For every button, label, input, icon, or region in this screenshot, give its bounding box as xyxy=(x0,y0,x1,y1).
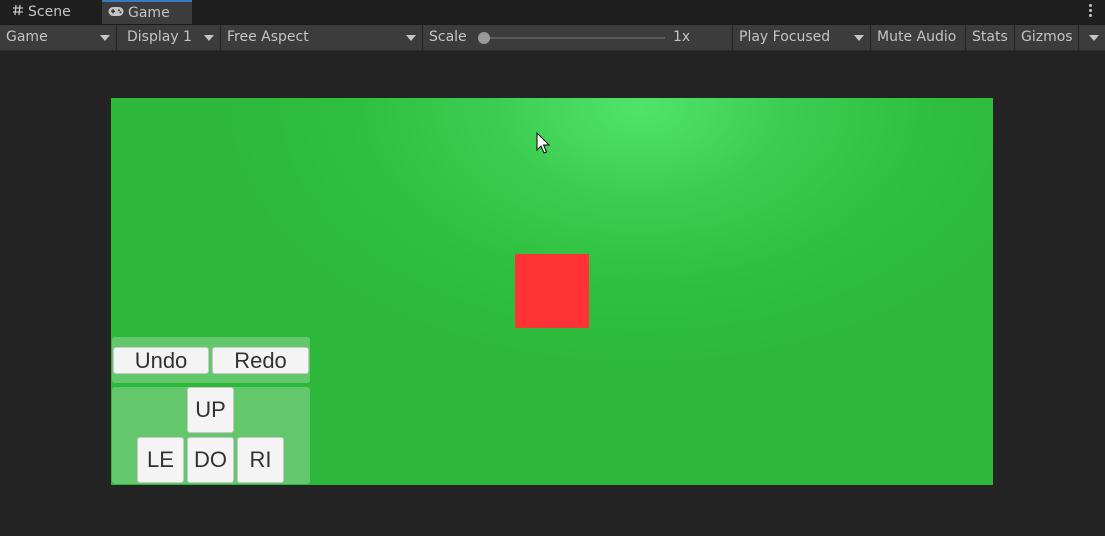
display-dropdown[interactable]: Display 1 xyxy=(117,25,221,50)
chevron-down-icon xyxy=(406,35,416,41)
stats-toggle[interactable]: Stats xyxy=(966,25,1015,50)
scale-slider-handle[interactable] xyxy=(478,32,490,44)
play-mode-dropdown[interactable]: Play Focused xyxy=(733,25,871,50)
play-mode-label: Play Focused xyxy=(739,29,831,45)
gizmos-toggle[interactable]: Gizmos xyxy=(1015,25,1079,50)
game-view-dropdown[interactable]: Game xyxy=(0,25,117,50)
hash-icon xyxy=(12,0,24,24)
gizmos-dropdown[interactable] xyxy=(1079,25,1105,50)
scale-slider-track[interactable] xyxy=(483,37,665,39)
gamepad-icon xyxy=(108,2,124,24)
chevron-down-icon xyxy=(1089,35,1099,41)
tab-game[interactable]: Game xyxy=(102,0,192,24)
move-down-button[interactable]: DO xyxy=(187,437,234,483)
tab-game-label: Game xyxy=(128,5,170,21)
scale-label: Scale xyxy=(429,29,467,45)
chevron-down-icon xyxy=(100,35,110,41)
tab-scene-label: Scene xyxy=(28,4,71,20)
display-dropdown-label: Display 1 xyxy=(127,29,192,45)
undo-button[interactable]: Undo xyxy=(113,347,209,374)
more-options-icon[interactable] xyxy=(1089,4,1093,20)
chevron-down-icon xyxy=(854,35,864,41)
game-view-toolbar: Game Display 1 Free Aspect Scale 1x Play… xyxy=(0,25,1105,51)
scale-control: Scale 1x xyxy=(423,25,733,50)
move-right-button[interactable]: RI xyxy=(237,437,284,483)
gizmos-label: Gizmos xyxy=(1021,29,1073,45)
redo-button[interactable]: Redo xyxy=(212,347,309,374)
editor-tab-bar: Scene Game xyxy=(0,0,1105,25)
move-left-button[interactable]: LE xyxy=(137,437,184,483)
player-square xyxy=(515,254,589,328)
aspect-dropdown-label: Free Aspect xyxy=(227,29,309,45)
tab-scene[interactable]: Scene xyxy=(6,0,100,24)
chevron-down-icon xyxy=(204,35,214,41)
scale-value: 1x xyxy=(673,29,691,45)
stats-label: Stats xyxy=(972,29,1008,45)
move-up-button[interactable]: UP xyxy=(187,387,234,433)
mute-audio-label: Mute Audio xyxy=(877,29,957,45)
mute-audio-toggle[interactable]: Mute Audio xyxy=(871,25,966,50)
game-view-dropdown-label: Game xyxy=(6,29,48,45)
aspect-dropdown[interactable]: Free Aspect xyxy=(221,25,423,50)
mouse-cursor-icon xyxy=(536,132,551,154)
